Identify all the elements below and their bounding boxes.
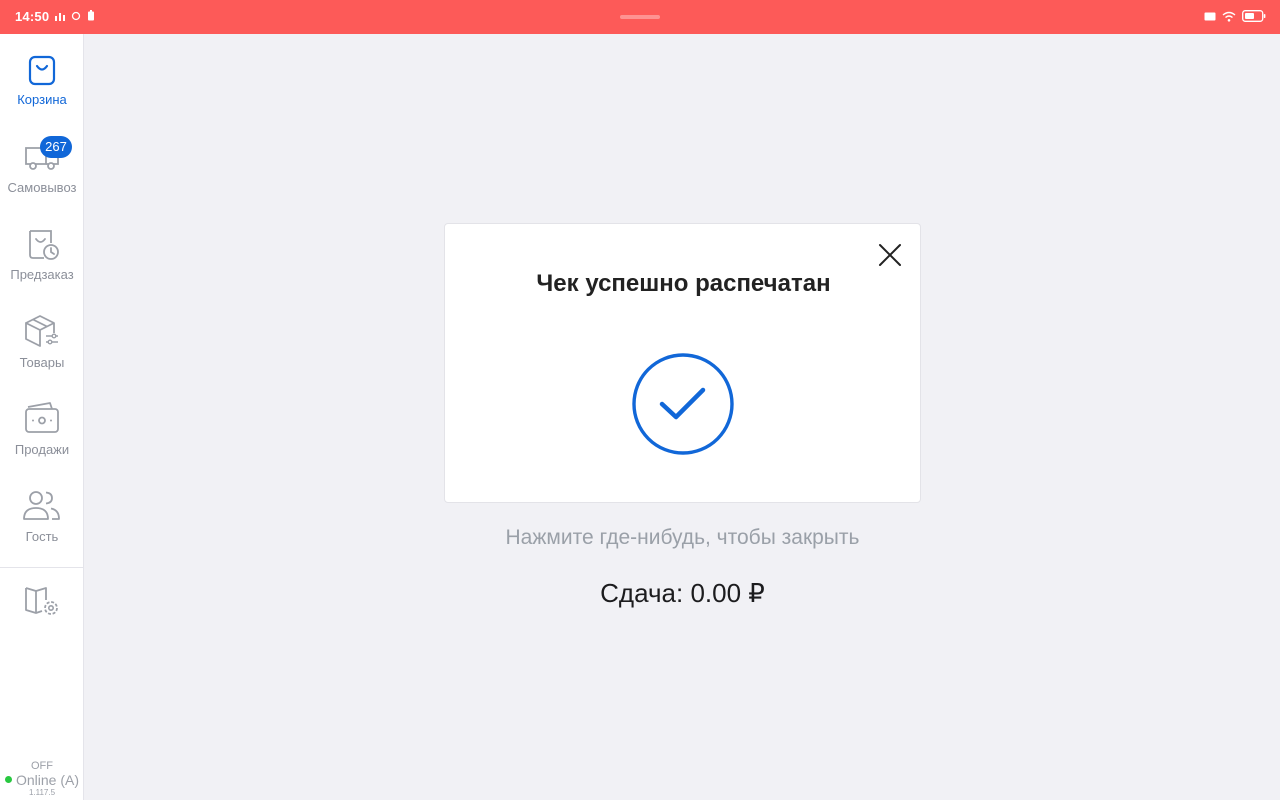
signal-icon: [55, 12, 65, 21]
sidebar-item-cart[interactable]: Корзина: [0, 48, 84, 107]
window-handle[interactable]: [620, 15, 660, 19]
change-amount: Сдача: 0.00 ₽: [600, 578, 765, 608]
users-icon: [22, 485, 62, 525]
bag-clock-icon: [22, 223, 62, 263]
sidebar-item-sales[interactable]: Продажи: [0, 398, 84, 457]
connection-off-label: OFF: [31, 760, 53, 772]
battery-icon: [1242, 10, 1266, 22]
book-gear-icon: [22, 580, 62, 620]
sidebar-item-label: Гость: [25, 529, 59, 544]
wallet-icon: [22, 398, 62, 438]
close-icon[interactable]: [877, 242, 903, 268]
connection-status: OFF Online (A) 1.117.5: [0, 760, 84, 797]
sidebar-item-settings[interactable]: [0, 580, 84, 620]
battery-saver-icon: [88, 10, 94, 21]
close-hint: Нажмите где-нибудь, чтобы закрыть: [505, 526, 860, 549]
sidebar-item-guest[interactable]: Гость: [0, 485, 84, 544]
pickup-count-badge: 267: [40, 136, 72, 158]
sidebar-item-label: Корзина: [17, 92, 67, 107]
connection-online-label: Online (A): [15, 772, 80, 788]
wifi-icon: [1222, 11, 1236, 22]
sidebar-item-products[interactable]: Товары: [0, 311, 84, 370]
sidebar-item-label: Товары: [19, 355, 65, 370]
shopping-bag-icon: [22, 48, 62, 88]
sidebar-item-label: Самовывоз: [7, 180, 77, 195]
receipt-printed-dialog: Чек успешно распечатан: [444, 223, 921, 503]
sidebar-item-label: Предзаказ: [10, 267, 74, 282]
sidebar: Корзина Самовывоз 267 Предзаказ Товары П…: [0, 34, 84, 800]
sidebar-item-preorder[interactable]: Предзаказ: [0, 223, 84, 282]
online-status-dot: [4, 775, 12, 783]
box-settings-icon: [22, 311, 62, 351]
check-circle-icon: [631, 352, 735, 456]
sidebar-divider: [0, 567, 84, 568]
message-icon: [1204, 12, 1216, 20]
sidebar-item-label: Продажи: [14, 442, 70, 457]
dialog-title: Чек успешно распечатан: [536, 270, 831, 297]
status-bar: 14:50: [0, 0, 1280, 34]
app-version: 1.117.5: [28, 788, 56, 797]
sync-icon: [71, 11, 81, 20]
status-time: 14:50: [15, 9, 50, 24]
